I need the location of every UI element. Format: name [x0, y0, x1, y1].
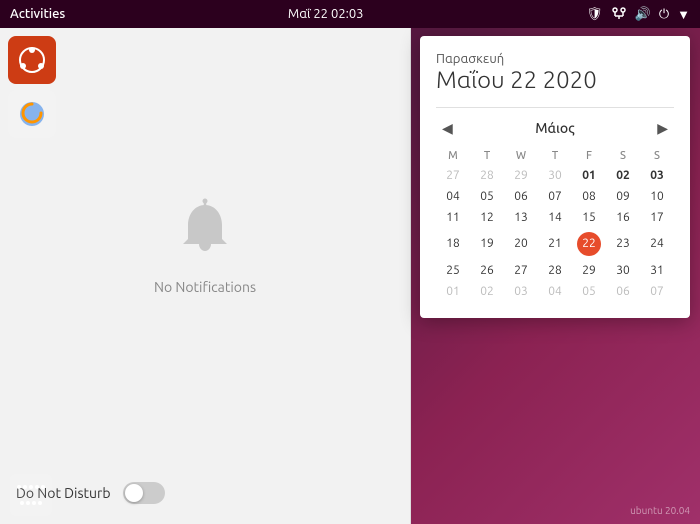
calendar-day-cell[interactable]: 05	[572, 281, 606, 302]
grid-dot	[26, 501, 30, 505]
shield-icon[interactable]: 🛡	[586, 7, 603, 22]
ubuntu-circle-logo	[18, 46, 46, 74]
calendar-body: 2728293001020304050607080910111213141516…	[436, 165, 674, 302]
calendar-nav: ◀ Μάιος ▶	[436, 118, 674, 139]
calendar-day-cell[interactable]: 28	[538, 260, 572, 281]
calendar-day-cell[interactable]: 25	[436, 260, 470, 281]
calendar-day-cell[interactable]: 09	[606, 186, 640, 207]
calendar-day-cell[interactable]: 02	[470, 281, 504, 302]
ubuntu-app-icon[interactable]	[8, 36, 56, 84]
calendar-weekday: Παρασκευή	[436, 52, 674, 66]
day-header-mon: M	[436, 147, 470, 165]
day-header-wed: W	[504, 147, 538, 165]
calendar-day-cell[interactable]: 30	[538, 165, 572, 186]
calendar-panel: Παρασκευή Μαΐου 22 2020 ◀ Μάιος ▶ M T W …	[420, 36, 690, 318]
calendar-day-cell[interactable]: 23	[606, 228, 640, 260]
calendar-day-cell[interactable]: 04	[538, 281, 572, 302]
calendar-day-cell[interactable]: 03	[504, 281, 538, 302]
calendar-day-cell[interactable]: 29	[572, 260, 606, 281]
calendar-day-cell[interactable]: 14	[538, 207, 572, 228]
calendar-day-cell[interactable]: 06	[504, 186, 538, 207]
calendar-day-cell[interactable]: 11	[436, 207, 470, 228]
calendar-day-cell[interactable]: 21	[538, 228, 572, 260]
topbar-right: 🛡 🔊 ⏻ ▼	[586, 6, 690, 23]
calendar-day-cell[interactable]: 05	[470, 186, 504, 207]
grid-dot	[35, 485, 39, 489]
calendar-day-cell[interactable]: 27	[504, 260, 538, 281]
calendar-day-cell[interactable]: 28	[470, 165, 504, 186]
calendar-day-cell[interactable]: 10	[640, 186, 674, 207]
calendar-day-cell[interactable]: 04	[436, 186, 470, 207]
calendar-day-cell[interactable]: 01	[436, 281, 470, 302]
app-grid-button[interactable]	[10, 474, 52, 516]
datetime-display: Μαΐ 22 02:03	[288, 7, 364, 21]
calendar-grid: M T W T F S S 27282930010203040506070809…	[436, 147, 674, 302]
calendar-week-row: 18192021222324	[436, 228, 674, 260]
notification-content: No Notifications	[154, 197, 256, 295]
network-icon[interactable]	[611, 6, 627, 23]
grid-dot	[29, 485, 33, 489]
volume-icon[interactable]: 🔊	[635, 7, 651, 22]
calendar-day-cell[interactable]: 18	[436, 228, 470, 260]
calendar-day-cell[interactable]: 15	[572, 207, 606, 228]
calendar-week-row: 11121314151617	[436, 207, 674, 228]
calendar-day-headers: M T W T F S S	[436, 147, 674, 165]
firefox-app-icon[interactable]	[8, 90, 56, 138]
calendar-full-date: Μαΐου 22 2020	[436, 66, 674, 95]
calendar-day-cell[interactable]: 07	[538, 186, 572, 207]
activities-label[interactable]: Activities	[10, 7, 65, 21]
calendar-day-cell[interactable]: 20	[504, 228, 538, 260]
settings-icon[interactable]: ▼	[677, 7, 690, 22]
calendar-day-cell[interactable]: 03	[640, 165, 674, 186]
calendar-day-cell[interactable]: 24	[640, 228, 674, 260]
calendar-day-cell[interactable]: 07	[640, 281, 674, 302]
calendar-day-cell[interactable]: 22	[572, 228, 606, 260]
calendar-week-row: 25262728293031	[436, 260, 674, 281]
calendar-divider	[436, 107, 674, 108]
calendar-day-cell[interactable]: 08	[572, 186, 606, 207]
ubuntu-watermark: ubuntu 20.04	[630, 505, 690, 516]
no-notifications-label: No Notifications	[154, 279, 256, 295]
day-header-tue: T	[470, 147, 504, 165]
calendar-day-cell[interactable]: 27	[436, 165, 470, 186]
day-header-sun: S	[640, 147, 674, 165]
calendar-day-cell[interactable]: 19	[470, 228, 504, 260]
calendar-day-cell[interactable]: 01	[572, 165, 606, 186]
month-label: Μάιος	[535, 120, 575, 136]
firefox-logo	[17, 99, 47, 129]
grid-dot	[38, 501, 42, 505]
grid-dot	[17, 485, 21, 489]
calendar-day-cell[interactable]: 12	[470, 207, 504, 228]
topbar-clock[interactable]: Μαΐ 22 02:03	[288, 7, 364, 21]
calendar-day-cell[interactable]: 31	[640, 260, 674, 281]
day-header-thu: T	[538, 147, 572, 165]
calendar-day-cell[interactable]: 29	[504, 165, 538, 186]
day-header-sat: S	[606, 147, 640, 165]
grid-dot	[23, 485, 27, 489]
dnd-toggle[interactable]	[123, 482, 165, 504]
calendar-header: Παρασκευή Μαΐου 22 2020	[436, 52, 674, 95]
topbar-left: Activities	[10, 7, 65, 21]
next-month-button[interactable]: ▶	[651, 118, 674, 139]
calendar-week-row: 01020304050607	[436, 281, 674, 302]
calendar-day-cell[interactable]: 13	[504, 207, 538, 228]
grid-dot	[20, 501, 24, 505]
panel-separator	[410, 28, 411, 524]
calendar-day-cell[interactable]: 30	[606, 260, 640, 281]
calendar-day-cell[interactable]: 16	[606, 207, 640, 228]
day-header-fri: F	[572, 147, 606, 165]
grid-dot	[41, 485, 45, 489]
notification-panel: No Notifications Do Not Disturb	[0, 28, 410, 524]
prev-month-button[interactable]: ◀	[436, 118, 459, 139]
calendar-week-row: 27282930010203	[436, 165, 674, 186]
topbar: Activities Μαΐ 22 02:03 🛡 🔊 ⏻ ▼	[0, 0, 700, 28]
calendar-week-row: 04050607080910	[436, 186, 674, 207]
bell-icon	[175, 197, 235, 269]
calendar-day-cell[interactable]: 17	[640, 207, 674, 228]
power-icon[interactable]: ⏻	[659, 7, 669, 22]
calendar-day-cell[interactable]: 26	[470, 260, 504, 281]
calendar-day-cell[interactable]: 02	[606, 165, 640, 186]
calendar-day-cell[interactable]: 06	[606, 281, 640, 302]
grid-dot	[32, 501, 36, 505]
